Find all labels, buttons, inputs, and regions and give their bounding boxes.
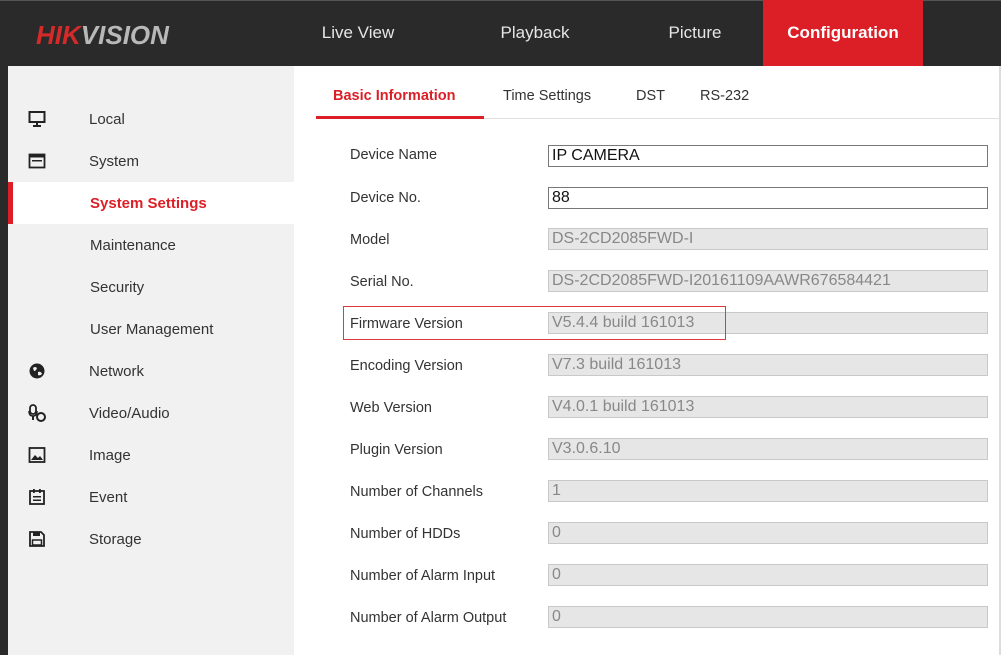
nav-configuration[interactable]: Configuration xyxy=(763,0,923,66)
number-of-channels-label: Number of Channels xyxy=(350,484,483,500)
number-of-alarm-output-label: Number of Alarm Output xyxy=(350,610,507,626)
encoding-version-field: V7.3 build 161013 xyxy=(548,354,988,376)
sidebar-item-label: Event xyxy=(89,488,128,506)
number-of-alarm-input-field: 0 xyxy=(548,564,988,586)
model-field: DS-2CD2085FWD-I xyxy=(548,228,988,250)
sidebar-item-user-management[interactable]: User Management xyxy=(8,308,294,350)
calendar-icon xyxy=(28,488,46,506)
tab-basic-information[interactable]: Basic Information xyxy=(333,88,455,104)
tab-time-settings[interactable]: Time Settings xyxy=(503,88,591,104)
sidebar-item-label: System Settings xyxy=(90,194,207,212)
firmware-version-field: V5.4.4 build 161013 xyxy=(548,312,988,334)
sidebar-item-local[interactable]: Local xyxy=(8,98,294,140)
sidebar-item-label: Video/Audio xyxy=(89,404,170,422)
encoding-version-label: Encoding Version xyxy=(350,358,463,374)
sidebar-item-maintenance[interactable]: Maintenance xyxy=(8,224,294,266)
active-tab-indicator xyxy=(316,116,484,119)
tab-rs-232[interactable]: RS-232 xyxy=(700,88,749,104)
sidebar-item-label: Security xyxy=(90,278,145,296)
sidebar-item-system-settings[interactable]: System Settings xyxy=(8,182,294,224)
number-of-alarm-output-field: 0 xyxy=(548,606,988,628)
floppy-disk-icon xyxy=(28,530,46,548)
sidebar-item-event[interactable]: Event xyxy=(8,476,294,518)
sidebar-item-video-audio[interactable]: Video/Audio xyxy=(8,392,294,434)
device-name-input[interactable] xyxy=(548,145,988,167)
sidebar-item-system[interactable]: System xyxy=(8,140,294,182)
image-icon xyxy=(28,446,46,464)
sidebar-item-security[interactable]: Security xyxy=(8,266,294,308)
plugin-version-label: Plugin Version xyxy=(350,442,443,458)
sidebar-item-label: Storage xyxy=(89,530,142,548)
sidebar: Local System System Settings Maintenance… xyxy=(0,66,294,655)
sidebar-item-label: Maintenance xyxy=(90,236,176,254)
plugin-version-field: V3.0.6.10 xyxy=(548,438,988,460)
sidebar-item-network[interactable]: Network xyxy=(8,350,294,392)
device-name-label: Device Name xyxy=(350,147,438,163)
number-of-hdds-label: Number of HDDs xyxy=(350,526,461,542)
firmware-version-label: Firmware Version xyxy=(350,316,463,332)
tab-dst[interactable]: DST xyxy=(636,88,665,104)
sidebar-item-label: Image xyxy=(89,446,131,464)
nav-playback[interactable]: Playback xyxy=(470,0,600,66)
device-no-input[interactable] xyxy=(548,187,988,209)
sidebar-item-label: Network xyxy=(89,362,145,380)
number-of-hdds-field: 0 xyxy=(548,522,988,544)
globe-icon xyxy=(28,362,46,380)
sidebar-item-label: System xyxy=(89,152,140,170)
monitor-icon xyxy=(28,110,46,128)
nav-live-view[interactable]: Live View xyxy=(296,0,420,66)
nav-picture[interactable]: Picture xyxy=(630,0,760,66)
video-audio-icon xyxy=(28,404,46,422)
sidebar-item-image[interactable]: Image xyxy=(8,434,294,476)
serial-no-field: DS-2CD2085FWD-I20161109AAWR676584421 xyxy=(548,270,988,292)
number-of-alarm-input-label: Number of Alarm Input xyxy=(350,568,496,584)
device-no-label: Device No. xyxy=(350,190,421,206)
sidebar-item-storage[interactable]: Storage xyxy=(8,518,294,560)
sidebar-item-label: Local xyxy=(89,110,125,128)
model-label: Model xyxy=(350,232,390,248)
serial-no-label: Serial No. xyxy=(350,274,414,290)
sidebar-item-label: User Management xyxy=(90,320,214,338)
number-of-channels-field: 1 xyxy=(548,480,988,502)
web-version-label: Web Version xyxy=(350,400,432,416)
system-icon xyxy=(28,152,46,170)
hikvision-logo: HIKVISION xyxy=(36,20,169,50)
web-version-field: V4.0.1 build 161013 xyxy=(548,396,988,418)
